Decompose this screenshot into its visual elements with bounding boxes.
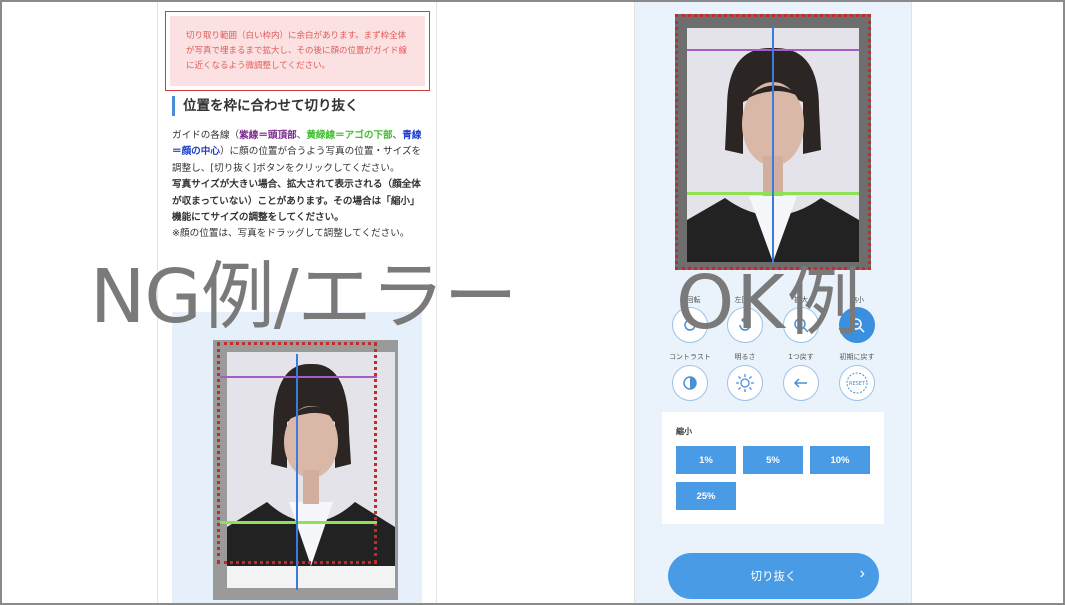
- text-fragment: ガイドの各線（: [172, 130, 240, 141]
- reset-icon: RESET: [846, 372, 868, 394]
- tool-label: 初期に戻す: [839, 353, 875, 361]
- shrink-panel: 縮小 1% 5% 10% 25%: [662, 412, 884, 524]
- shrink-title: 縮小: [676, 427, 692, 436]
- reset-button[interactable]: RESET: [839, 365, 875, 401]
- tool-label: 1つ戻す: [788, 353, 814, 361]
- tool-label: コントラスト: [669, 353, 711, 361]
- ng-example-caption: NG例/エラー: [90, 254, 518, 340]
- instructions-text: ガイドの各線（紫線＝頭頂部、黄緑線＝アゴの下部、青線＝顔の中心）に顔の位置が合う…: [172, 128, 424, 243]
- shrink-5-button[interactable]: 5%: [743, 446, 803, 474]
- tool-label: 明るさ: [734, 353, 756, 361]
- ng-photo-editor: [172, 312, 422, 603]
- size-warning-text: 写真サイズが大きい場合、拡大されて表示される（顔全体が収まっていない）ことがあり…: [172, 179, 421, 224]
- crop-submit-button[interactable]: 切り抜く ›: [668, 553, 879, 599]
- reset-icon-text: RESET: [849, 381, 866, 387]
- screenshot-frame: 切り取り範囲（白い枠内）に余白があります。まず枠全体が写真で埋まるまで拡大し、そ…: [0, 0, 1065, 605]
- drag-note-text: ※顔の位置は、写真をドラッグして調整してください。: [172, 228, 410, 240]
- shrink-1-button[interactable]: 1%: [676, 446, 736, 474]
- error-alert: 切り取り範囲（白い枠内）に余白があります。まず枠全体が写真で埋まるまで拡大し、そ…: [165, 11, 430, 91]
- face-center-guide-line: [296, 354, 298, 590]
- brightness-button[interactable]: [727, 365, 763, 401]
- error-message: 切り取り範囲（白い枠内）に余白があります。まず枠全体が写真で埋まるまで拡大し、そ…: [170, 16, 425, 86]
- contrast-icon: [683, 376, 697, 390]
- chevron-right-icon: ›: [859, 565, 865, 582]
- guide-line-instructions: ガイドの各線（紫線＝頭頂部、黄緑線＝アゴの下部、青線＝顔の中心）に顔の位置が合う…: [172, 128, 424, 177]
- head-top-guide-line: [220, 376, 377, 378]
- green-line-label: 黄緑線＝アゴの下部: [306, 130, 393, 141]
- crop-submit-label: 切り抜く: [750, 571, 797, 583]
- face-center-guide-line: [772, 26, 774, 264]
- undo-arrow-icon: [793, 378, 807, 388]
- section-heading: 位置を枠に合わせて切り抜く: [172, 96, 359, 116]
- chin-guide-line: [220, 521, 377, 524]
- brightness-icon: [736, 374, 754, 392]
- text-fragment: 、: [392, 130, 403, 141]
- text-fragment: 、: [296, 130, 307, 141]
- shrink-10-button[interactable]: 10%: [810, 446, 870, 474]
- ok-example-caption: OK例: [676, 260, 863, 346]
- contrast-button[interactable]: [672, 365, 708, 401]
- undo-button[interactable]: [783, 365, 819, 401]
- shrink-25-button[interactable]: 25%: [676, 482, 736, 510]
- purple-line-label: 紫線＝頭頂部: [239, 130, 297, 141]
